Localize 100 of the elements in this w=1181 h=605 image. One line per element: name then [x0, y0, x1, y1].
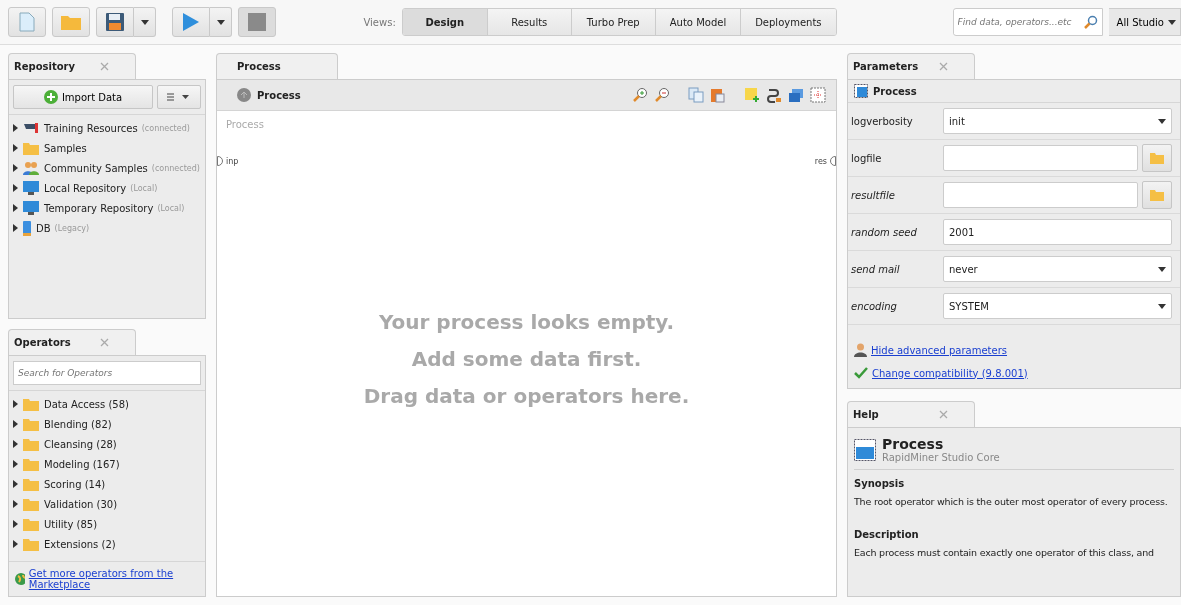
- close-icon[interactable]: [100, 338, 109, 347]
- save-dropdown-button[interactable]: [134, 7, 156, 37]
- operator-group[interactable]: Validation (30): [13, 494, 201, 514]
- import-data-button[interactable]: Import Data: [13, 85, 153, 109]
- close-icon[interactable]: [100, 62, 109, 71]
- view-tab[interactable]: Deployments: [740, 9, 836, 35]
- people-icon: [23, 161, 39, 175]
- stop-icon: [248, 13, 266, 31]
- layers-icon[interactable]: [788, 87, 804, 103]
- zoom-in-icon[interactable]: [632, 87, 648, 103]
- folder-icon: [23, 397, 39, 411]
- group-label: Scoring (14): [44, 478, 106, 490]
- open-button[interactable]: [52, 7, 90, 37]
- parameter-dropdown[interactable]: init: [943, 108, 1172, 134]
- parameter-label: encoding: [851, 300, 898, 312]
- repository-item[interactable]: DB (Legacy): [13, 218, 201, 238]
- add-icon: [43, 90, 58, 104]
- item-status: (Local): [130, 183, 158, 193]
- folder-icon: [23, 417, 39, 431]
- repository-item[interactable]: Local Repository (Local): [13, 178, 201, 198]
- close-icon[interactable]: [939, 410, 948, 419]
- empty-message: Add some data first.: [410, 346, 643, 373]
- close-icon[interactable]: [939, 62, 948, 71]
- hide-advanced-link[interactable]: Hide advanced parameters: [871, 344, 1007, 356]
- operator-group[interactable]: Cleansing (28): [13, 434, 201, 454]
- view-tab[interactable]: Results: [486, 9, 571, 35]
- stop-button[interactable]: [238, 7, 276, 37]
- repository-item[interactable]: Community Samples (connected): [13, 158, 201, 178]
- panel-tab[interactable]: Process: [216, 53, 338, 79]
- repository-item[interactable]: Training Resources (connected): [13, 118, 201, 138]
- breadcrumb[interactable]: Process: [257, 89, 301, 101]
- folder-icon: [60, 13, 82, 31]
- panel-tab[interactable]: Parameters: [847, 53, 975, 79]
- operator-group[interactable]: Extensions (2): [13, 534, 201, 554]
- plug-icon[interactable]: [766, 87, 782, 103]
- panel-tab[interactable]: Repository: [8, 53, 136, 79]
- operator-name: Process: [873, 85, 917, 97]
- expand-arrow-icon: [13, 184, 18, 192]
- input-port[interactable]: inp: [217, 156, 239, 166]
- document-icon: [19, 12, 35, 32]
- views-label: Views:: [363, 16, 396, 28]
- panel-tab[interactable]: Operators: [8, 329, 136, 355]
- file-path-field[interactable]: [943, 145, 1138, 171]
- operator-group[interactable]: Scoring (14): [13, 474, 201, 494]
- browse-button[interactable]: [1142, 144, 1172, 172]
- view-tab[interactable]: Turbo Prep: [570, 9, 655, 35]
- copy-icon[interactable]: [688, 87, 704, 103]
- repository-item[interactable]: Temporary Repository (Local): [13, 198, 201, 218]
- operator-group[interactable]: Blending (82): [13, 414, 201, 434]
- paste-icon[interactable]: [710, 87, 726, 103]
- checkmark-icon: [854, 367, 868, 379]
- parameter-label: logverbosity: [851, 115, 914, 127]
- canvas-title: Process: [225, 119, 264, 130]
- output-port[interactable]: res: [814, 156, 836, 166]
- globe-icon: [15, 573, 25, 585]
- new-file-button[interactable]: [8, 7, 46, 37]
- run-dropdown-button[interactable]: [210, 7, 232, 37]
- file-path-field[interactable]: [943, 182, 1138, 208]
- folder-icon: [1150, 152, 1164, 164]
- expand-arrow-icon: [13, 440, 18, 448]
- view-tab[interactable]: Design: [402, 9, 487, 35]
- folder-icon: [23, 437, 39, 451]
- sticky-note-icon[interactable]: [744, 87, 760, 103]
- panel-tab[interactable]: Help: [847, 401, 975, 427]
- fit-icon[interactable]: [810, 87, 826, 103]
- section-heading: Description: [854, 529, 920, 540]
- marketplace-link[interactable]: Get more operators from the Marketplace: [28, 568, 199, 590]
- group-label: Cleansing (28): [44, 438, 117, 450]
- parameter-label: resultfile: [851, 189, 896, 201]
- expand-arrow-icon: [13, 520, 18, 528]
- caret-icon: [140, 19, 149, 25]
- folder-icon: [23, 141, 39, 155]
- search-box[interactable]: Find data, operators...etc: [952, 8, 1103, 36]
- repository-item[interactable]: Samples: [13, 138, 201, 158]
- compatibility-link[interactable]: Change compatibility (9.8.001): [872, 367, 1028, 379]
- operator-group[interactable]: Data Access (58): [13, 394, 201, 414]
- search-icon[interactable]: [1083, 15, 1098, 29]
- zoom-out-icon[interactable]: [654, 87, 670, 103]
- view-tab[interactable]: Auto Model: [654, 9, 741, 35]
- save-button[interactable]: [96, 7, 134, 37]
- scope-dropdown[interactable]: All Studio: [1108, 8, 1181, 36]
- monitor-icon: [23, 181, 39, 195]
- menu-button[interactable]: [157, 85, 201, 109]
- play-icon: [182, 12, 200, 32]
- parameter-dropdown[interactable]: never: [943, 256, 1172, 282]
- browse-button[interactable]: [1142, 181, 1172, 209]
- database-icon: [23, 220, 31, 236]
- item-status: (connected): [141, 123, 190, 133]
- operator-icon: [854, 84, 868, 98]
- item-status: (connected): [151, 163, 200, 173]
- help-subtitle: RapidMiner Studio Core: [882, 452, 1000, 463]
- parameter-label: logfile: [851, 152, 883, 164]
- expand-arrow-icon: [13, 204, 18, 212]
- parameter-input-field[interactable]: 2001: [943, 219, 1172, 245]
- group-label: Data Access (58): [44, 398, 129, 410]
- operator-group[interactable]: Modeling (167): [13, 454, 201, 474]
- section-text: The root operator which is the outer most operator of every process.: [854, 495, 1169, 509]
- operator-search-field[interactable]: Search for Operators: [13, 361, 201, 385]
- operator-group[interactable]: Utility (85): [13, 514, 201, 534]
- parameter-dropdown[interactable]: SYSTEM: [943, 293, 1172, 319]
